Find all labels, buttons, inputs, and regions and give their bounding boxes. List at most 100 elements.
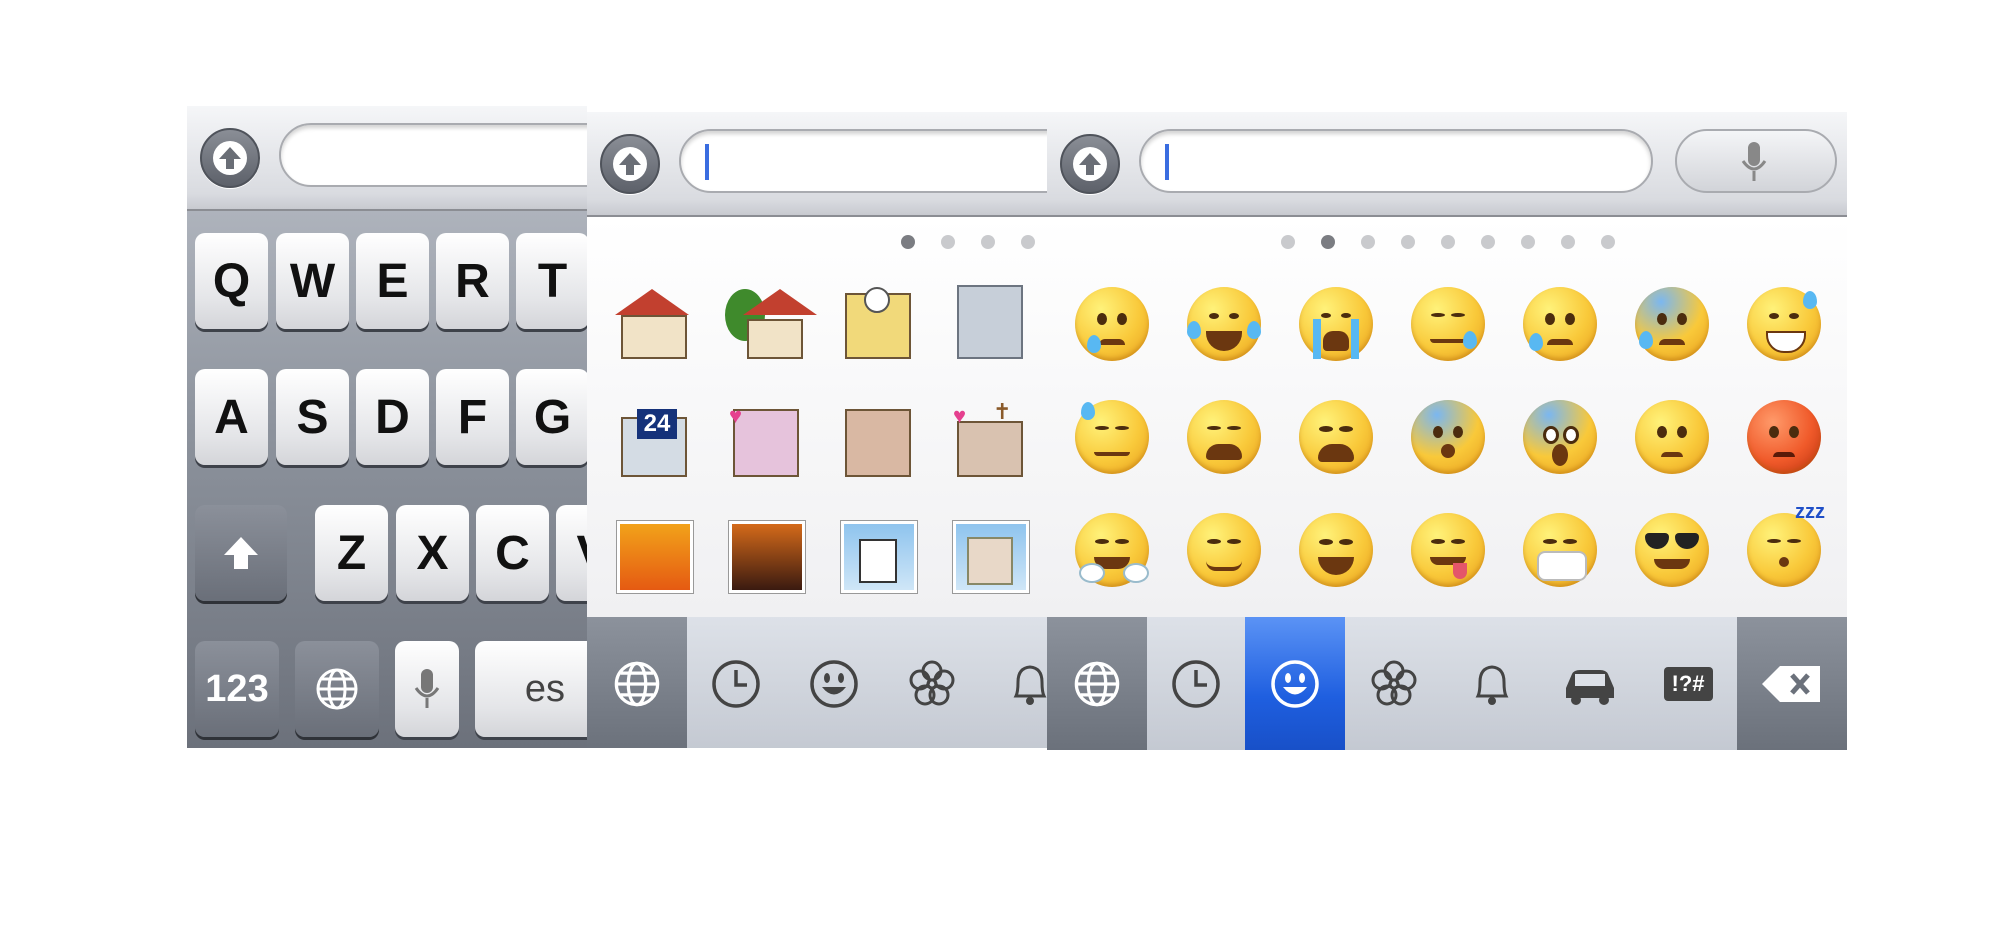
angry-face-icon[interactable] bbox=[1627, 392, 1717, 482]
space-key[interactable]: es bbox=[475, 641, 587, 737]
sunglasses-face-icon[interactable] bbox=[1627, 505, 1717, 595]
key-c[interactable]: C bbox=[476, 505, 549, 601]
dictation-button[interactable] bbox=[1675, 129, 1837, 193]
wall bbox=[845, 409, 911, 477]
page-dot bbox=[1601, 235, 1615, 249]
heart: ♥ bbox=[729, 403, 743, 428]
key-z[interactable]: Z bbox=[315, 505, 388, 601]
fearful-face-icon[interactable] bbox=[1403, 392, 1493, 482]
key-q[interactable]: Q bbox=[195, 233, 268, 329]
key-f[interactable]: F bbox=[436, 369, 509, 465]
key-w[interactable]: W bbox=[276, 233, 349, 329]
laughing-face-icon[interactable] bbox=[1291, 505, 1381, 595]
smiley-icon bbox=[1271, 659, 1319, 708]
hotel-icon[interactable] bbox=[831, 397, 921, 487]
key-r[interactable]: R bbox=[436, 233, 509, 329]
key-t[interactable]: T bbox=[516, 233, 587, 329]
backspace-button[interactable] bbox=[1737, 617, 1847, 750]
house-icon[interactable] bbox=[607, 279, 697, 369]
wall bbox=[747, 319, 803, 359]
globe-icon bbox=[316, 668, 358, 710]
qwerty-keyboard-panel: Q W E R T A S D F G Z X C V 123 es bbox=[187, 106, 587, 748]
castle bbox=[967, 537, 1013, 585]
key-v[interactable]: V bbox=[556, 505, 587, 601]
page-dot bbox=[1361, 235, 1375, 249]
european-castle-icon[interactable] bbox=[943, 509, 1033, 599]
tired-face-icon[interactable] bbox=[1291, 392, 1381, 482]
scroll-up-button[interactable] bbox=[200, 128, 260, 188]
tab-nature[interactable] bbox=[883, 617, 983, 748]
pouting-red-face-icon[interactable] bbox=[1739, 392, 1829, 482]
tab-symbols[interactable]: !?# bbox=[1639, 617, 1739, 750]
confounded-face-icon[interactable] bbox=[1179, 505, 1269, 595]
triumph-face-icon[interactable] bbox=[1067, 505, 1157, 595]
loudly-crying-face-icon[interactable] bbox=[1291, 279, 1381, 369]
tab-people[interactable] bbox=[785, 617, 885, 748]
places-emoji-panel: 24 ♥ ♥ ✝ bbox=[587, 112, 1047, 748]
car-icon bbox=[1566, 669, 1614, 705]
disappointed-relieved-face-icon[interactable] bbox=[1515, 279, 1605, 369]
downcast-sweat-face-icon[interactable] bbox=[1067, 392, 1157, 482]
wall bbox=[733, 409, 799, 477]
key-g[interactable]: G bbox=[516, 369, 587, 465]
crying-face-icon[interactable] bbox=[1067, 279, 1157, 369]
text-caret bbox=[1165, 144, 1169, 180]
love-hotel-icon[interactable]: ♥ bbox=[719, 397, 809, 487]
key-x[interactable]: X bbox=[396, 505, 469, 601]
tab-people[interactable] bbox=[1245, 617, 1347, 750]
scene bbox=[729, 521, 805, 593]
japanese-castle-icon[interactable] bbox=[831, 509, 921, 599]
tab-recent[interactable] bbox=[1147, 617, 1247, 750]
bell-icon bbox=[1475, 664, 1509, 705]
page-dots bbox=[901, 235, 1035, 249]
tab-nature[interactable] bbox=[1345, 617, 1445, 750]
globe-key[interactable] bbox=[295, 641, 379, 737]
tab-recent[interactable] bbox=[687, 617, 787, 748]
up-arrow-icon bbox=[219, 147, 241, 169]
text-input[interactable] bbox=[1139, 129, 1653, 193]
tears-of-joy-face-icon[interactable] bbox=[1179, 279, 1269, 369]
cross: ✝ bbox=[993, 399, 1012, 424]
sleep-label: zzz bbox=[1795, 501, 1825, 523]
sunset-over-city-icon[interactable] bbox=[607, 509, 697, 599]
bell-icon bbox=[1013, 664, 1047, 705]
tab-objects[interactable] bbox=[1443, 617, 1543, 750]
input-bar bbox=[587, 112, 1047, 217]
key-d[interactable]: D bbox=[356, 369, 429, 465]
input-bar bbox=[1047, 112, 1847, 217]
text-input[interactable] bbox=[679, 129, 1047, 193]
anxious-sweat-face-icon[interactable] bbox=[1627, 279, 1717, 369]
screaming-fear-face-icon[interactable] bbox=[1515, 392, 1605, 482]
roof bbox=[743, 289, 817, 315]
scroll-up-button[interactable] bbox=[600, 134, 660, 194]
clock bbox=[864, 287, 890, 313]
wedding-chapel-icon[interactable]: ♥ ✝ bbox=[943, 397, 1033, 487]
school-clock-icon[interactable] bbox=[831, 279, 921, 369]
key-s[interactable]: S bbox=[276, 369, 349, 465]
house-with-tree-icon[interactable] bbox=[719, 279, 817, 369]
key-e[interactable]: E bbox=[356, 233, 429, 329]
key-a[interactable]: A bbox=[195, 369, 268, 465]
mask-face-icon[interactable] bbox=[1515, 505, 1605, 595]
shift-key[interactable] bbox=[195, 505, 287, 601]
night-city-icon[interactable] bbox=[719, 509, 809, 599]
text-input[interactable] bbox=[279, 123, 587, 187]
page-dot bbox=[1321, 235, 1335, 249]
convenience-store-24-icon[interactable]: 24 bbox=[607, 397, 697, 487]
office-building-icon[interactable] bbox=[943, 279, 1033, 369]
sleepy-face-icon[interactable] bbox=[1403, 279, 1493, 369]
wall bbox=[621, 315, 687, 359]
grinning-sweat-face-icon[interactable] bbox=[1739, 279, 1829, 369]
weary-face-icon[interactable] bbox=[1179, 392, 1269, 482]
tab-objects[interactable] bbox=[981, 617, 1047, 748]
tab-globe[interactable] bbox=[587, 617, 689, 748]
smiley-icon bbox=[810, 659, 858, 708]
tab-globe[interactable] bbox=[1047, 617, 1149, 750]
numbers-key[interactable]: 123 bbox=[195, 641, 279, 737]
backspace-icon bbox=[1762, 665, 1820, 702]
tab-places[interactable] bbox=[1541, 617, 1641, 750]
dictation-key[interactable] bbox=[395, 641, 459, 737]
yum-face-icon[interactable] bbox=[1403, 505, 1493, 595]
sleeping-face-icon[interactable]: zzz bbox=[1739, 501, 1829, 595]
scroll-up-button[interactable] bbox=[1060, 134, 1120, 194]
